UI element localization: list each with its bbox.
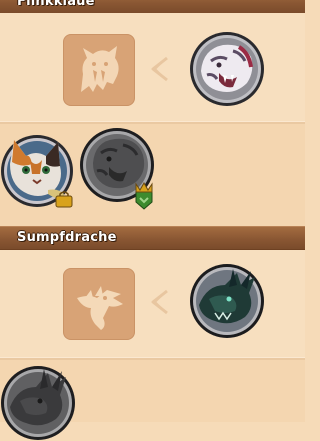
grey-dragon-creature-locked[interactable] [0, 365, 76, 441]
section-title: Flinkklaue [17, 0, 95, 9]
saber-cat-silhouette-icon [63, 34, 135, 106]
evolution-arrow-icon [151, 56, 168, 82]
section-header-flinkklaue: Flinkklaue [0, 0, 305, 14]
evolution-arrow-icon [151, 289, 168, 315]
section-title: Sumpfdrache [17, 230, 117, 245]
rank-badge-icon [135, 182, 153, 210]
lock-badge-icon [55, 191, 73, 208]
white-tiger-creature[interactable] [189, 31, 265, 107]
dragon-head-silhouette-icon [63, 268, 135, 340]
swamp-dragon-creature[interactable] [189, 263, 265, 339]
section-header-sumpfdrache: Sumpfdrache [0, 226, 305, 250]
